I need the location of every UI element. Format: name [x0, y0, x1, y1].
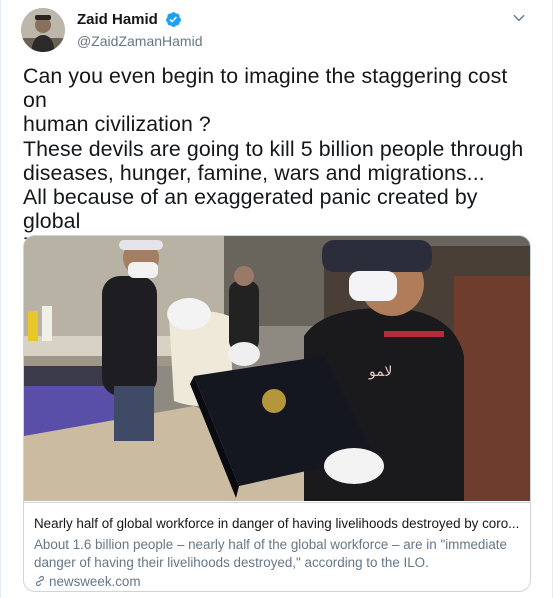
article-photo: ﻟﺎﻤﻮ [24, 236, 530, 501]
author-names: Zaid Hamid @ZaidZamanHamid [77, 11, 202, 49]
card-body: Nearly half of global workforce in dange… [24, 502, 530, 591]
handle[interactable]: @ZaidZamanHamid [77, 33, 202, 49]
card-title: Nearly half of global workforce in dange… [34, 516, 520, 531]
card-description: About 1.6 billion people – nearly half o… [34, 537, 507, 570]
link-icon [35, 575, 45, 587]
card-domain: newsweek.com [34, 574, 141, 589]
card-domain-text: newsweek.com [49, 574, 141, 589]
tweet-header: Zaid Hamid @ZaidZamanHamid [21, 8, 538, 54]
avatar-image [21, 8, 65, 52]
tweet-text: Can you even begin to imagine the stagge… [23, 64, 524, 257]
link-card[interactable]: ﻟﺎﻤﻮ Nearly half of global workforce in … [23, 235, 531, 592]
tweet: Zaid Hamid @ZaidZamanHamid Can you even … [0, 0, 553, 598]
avatar[interactable] [21, 8, 65, 52]
chevron-down-icon[interactable] [512, 11, 526, 25]
verified-badge-icon [166, 12, 182, 28]
svg-text:ﻟﺎﻤﻮ: ﻟﺎﻤﻮ [368, 364, 392, 380]
display-name[interactable]: Zaid Hamid [77, 11, 158, 28]
